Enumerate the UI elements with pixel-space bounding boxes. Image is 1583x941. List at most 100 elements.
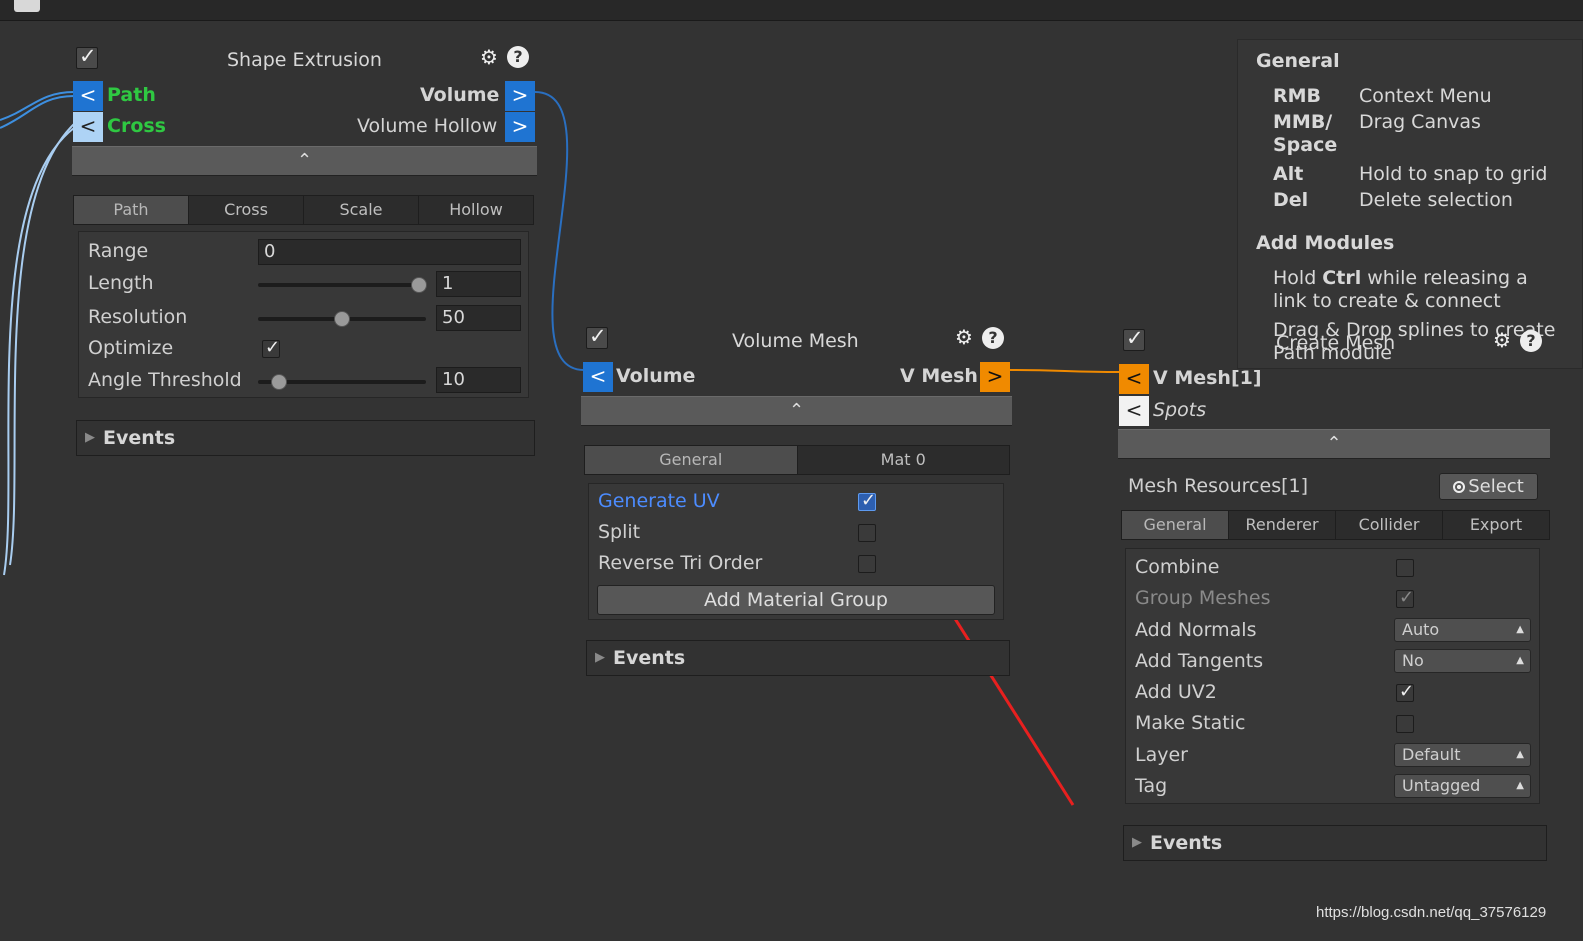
length-field[interactable]: 1 [436,271,521,297]
node-title: Shape Extrusion [227,49,382,71]
resolution-slider-knob[interactable] [334,311,350,327]
tab-collider[interactable]: Collider [1336,511,1443,539]
angle-threshold-field[interactable]: 10 [436,367,521,393]
length-slider-knob[interactable] [411,277,427,293]
triangle-right-icon: ▶ [595,650,605,665]
help-desc-mmb: Drag Canvas [1359,111,1481,133]
events-foldout[interactable]: ▶ Events [76,420,535,456]
make-static-label: Make Static [1135,712,1246,734]
shape-extrusion-tabs: Path Cross Scale Hollow [73,195,534,225]
length-slider[interactable] [258,283,426,287]
split-label: Split [598,521,641,543]
select-button[interactable]: Select [1439,473,1538,500]
help-icon[interactable]: ? [507,46,529,68]
tab-path[interactable]: Path [74,196,189,224]
gear-icon[interactable]: ⚙ [480,45,498,69]
layer-dropdown[interactable]: Default ▲ [1394,743,1531,767]
tab-scale[interactable]: Scale [304,196,419,224]
resolution-label: Resolution [88,306,188,328]
reverse-tri-order-checkbox[interactable] [858,555,876,573]
range-label: Range [88,240,149,262]
tab-export[interactable]: Export [1443,511,1549,539]
layer-value: Default [1402,745,1461,764]
triangle-right-icon: ▶ [1132,835,1142,850]
add-tangents-dropdown[interactable]: No ▲ [1394,649,1531,673]
camera-icon[interactable] [14,0,40,12]
angle-threshold-slider-knob[interactable] [271,374,287,390]
range-field[interactable]: 0 [258,239,521,265]
port-in-spots[interactable]: < [1119,396,1149,426]
help-desc-del: Delete selection [1359,189,1513,211]
port-label-volume-hollow: Volume Hollow [357,115,498,137]
events-foldout[interactable]: ▶ Events [586,640,1010,676]
radio-icon [1453,481,1466,493]
tab-mat-0[interactable]: Mat 0 [798,446,1010,474]
port-in-cross[interactable]: < [73,112,103,142]
help-icon[interactable]: ? [982,327,1004,349]
add-normals-label: Add Normals [1135,619,1257,641]
node-title: Create Mesh [1276,332,1396,354]
optimize-label: Optimize [88,337,174,359]
node-title: Volume Mesh [732,330,859,352]
help-ctrl-key: Ctrl [1322,267,1362,289]
tag-dropdown[interactable]: Untagged ▲ [1394,774,1531,798]
help-ctrl-line: Hold Ctrl while releasing a [1273,267,1528,290]
gear-icon[interactable]: ⚙ [1493,328,1511,352]
help-desc-rmb: Context Menu [1359,85,1492,107]
split-checkbox[interactable] [858,524,876,542]
triangle-right-icon: ▶ [85,430,95,445]
port-in-volume[interactable]: < [583,362,613,392]
port-label-v-mesh: V Mesh [900,365,978,387]
collapse-button[interactable]: ⌃ [1118,429,1550,459]
help-key-space: Space [1273,134,1338,156]
help-general-heading: General [1256,50,1340,72]
tab-cross[interactable]: Cross [189,196,304,224]
port-out-volume[interactable]: > [505,81,535,111]
tab-general[interactable]: General [1122,511,1229,539]
wire-vmesh [1009,369,1121,373]
group-meshes-label: Group Meshes [1135,587,1271,609]
events-foldout[interactable]: ▶ Events [1123,825,1547,861]
gear-icon[interactable]: ⚙ [955,325,973,349]
length-label: Length [88,272,154,294]
tab-general[interactable]: General [585,446,798,474]
collapse-button[interactable]: ⌃ [581,396,1012,426]
add-normals-value: Auto [1402,620,1440,639]
volume-mesh-enable-checkbox[interactable]: ✓ [586,324,608,349]
help-key-rmb: RMB [1273,85,1322,107]
port-label-v-mesh: V Mesh[1] [1153,367,1262,389]
resolution-field[interactable]: 50 [436,305,521,331]
chevron-updown-icon: ▲ [1516,749,1524,760]
create-mesh-tabs: General Renderer Collider Export [1121,510,1550,540]
help-icon[interactable]: ? [1520,330,1542,352]
watermark: https://blog.csdn.net/qq_37576129 [1316,904,1547,921]
tag-value: Untagged [1402,776,1481,795]
port-out-v-mesh[interactable]: > [980,362,1010,392]
help-key-alt: Alt [1273,163,1304,185]
add-material-group-button[interactable]: Add Material Group [597,585,995,615]
add-normals-dropdown[interactable]: Auto ▲ [1394,618,1531,642]
port-in-path[interactable]: < [73,81,103,111]
port-in-v-mesh[interactable]: < [1119,364,1149,394]
add-tangents-label: Add Tangents [1135,650,1264,672]
make-static-checkbox[interactable] [1396,715,1414,733]
port-label-volume: Volume [420,84,500,106]
select-label: Select [1468,476,1524,497]
generate-uv-label: Generate UV [598,490,720,512]
tab-hollow[interactable]: Hollow [419,196,533,224]
tab-renderer[interactable]: Renderer [1229,511,1336,539]
chevron-updown-icon: ▲ [1516,655,1524,666]
help-ctrl-post: while releasing a [1361,267,1528,289]
add-uv2-label: Add UV2 [1135,681,1217,703]
combine-checkbox[interactable] [1396,559,1414,577]
port-out-volume-hollow[interactable]: > [505,112,535,142]
add-uv2-checkbox[interactable]: ✓ [1396,681,1414,702]
create-mesh-enable-checkbox[interactable]: ✓ [1123,326,1145,351]
generate-uv-checkbox[interactable]: ✓ [858,490,876,511]
optimize-checkbox[interactable]: ✓ [262,337,280,358]
help-key-mmb: MMB/ [1273,111,1333,133]
help-ctrl-pre: Hold [1273,267,1323,289]
shape-extrusion-enable-checkbox[interactable]: ✓ [76,44,98,69]
wire-volume [534,91,585,371]
collapse-button[interactable]: ⌃ [72,146,537,176]
